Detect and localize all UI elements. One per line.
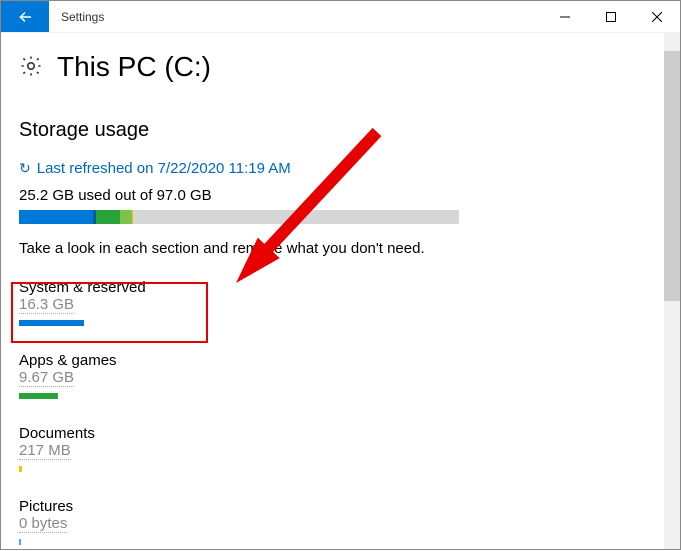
- usage-bar: [19, 210, 459, 224]
- close-button[interactable]: [634, 1, 680, 32]
- category-name: Pictures: [19, 498, 441, 515]
- category-bar: [19, 393, 58, 399]
- scroll-thumb[interactable]: [664, 51, 680, 301]
- page-heading-row: This PC (C:): [19, 51, 441, 83]
- category-bar: [19, 539, 21, 545]
- titlebar: Settings: [1, 1, 680, 33]
- scrollbar[interactable]: [664, 33, 680, 549]
- maximize-button[interactable]: [588, 1, 634, 32]
- refresh-icon: ↻: [19, 160, 31, 177]
- back-button[interactable]: [1, 1, 49, 32]
- arrow-left-icon: [16, 8, 34, 26]
- usage-seg-apps: [96, 210, 120, 224]
- category-bar: [19, 320, 84, 326]
- category-name: Apps & games: [19, 352, 441, 369]
- category-name: Documents: [19, 425, 441, 442]
- minimize-icon: [560, 12, 570, 22]
- category-size: 9.67 GB: [19, 369, 74, 387]
- window-controls: [542, 1, 680, 32]
- usage-summary: 25.2 GB used out of 97.0 GB: [19, 187, 441, 204]
- category-name: System & reserved: [19, 279, 441, 296]
- category-system-reserved[interactable]: System & reserved16.3 GB: [19, 279, 441, 326]
- window-title: Settings: [49, 1, 542, 32]
- category-size: 0 bytes: [19, 515, 67, 533]
- refresh-link[interactable]: ↻ Last refreshed on 7/22/2020 11:19 AM: [19, 160, 441, 177]
- gear-icon: [19, 54, 43, 81]
- usage-seg-apps2: [120, 210, 132, 224]
- usage-seg-docs: [132, 210, 133, 224]
- section-heading: Storage usage: [19, 119, 441, 142]
- maximize-icon: [606, 12, 616, 22]
- category-apps-games[interactable]: Apps & games9.67 GB: [19, 352, 441, 399]
- category-size: 217 MB: [19, 442, 71, 460]
- minimize-button[interactable]: [542, 1, 588, 32]
- category-pictures[interactable]: Pictures0 bytes: [19, 498, 441, 545]
- refresh-text: Last refreshed on 7/22/2020 11:19 AM: [37, 160, 291, 177]
- category-bar: [19, 466, 22, 472]
- hint-text: Take a look in each section and remove w…: [19, 240, 441, 257]
- usage-seg-system: [19, 210, 93, 224]
- page-title: This PC (C:): [57, 51, 211, 83]
- close-icon: [652, 12, 662, 22]
- category-size: 16.3 GB: [19, 296, 74, 314]
- category-documents[interactable]: Documents217 MB: [19, 425, 441, 472]
